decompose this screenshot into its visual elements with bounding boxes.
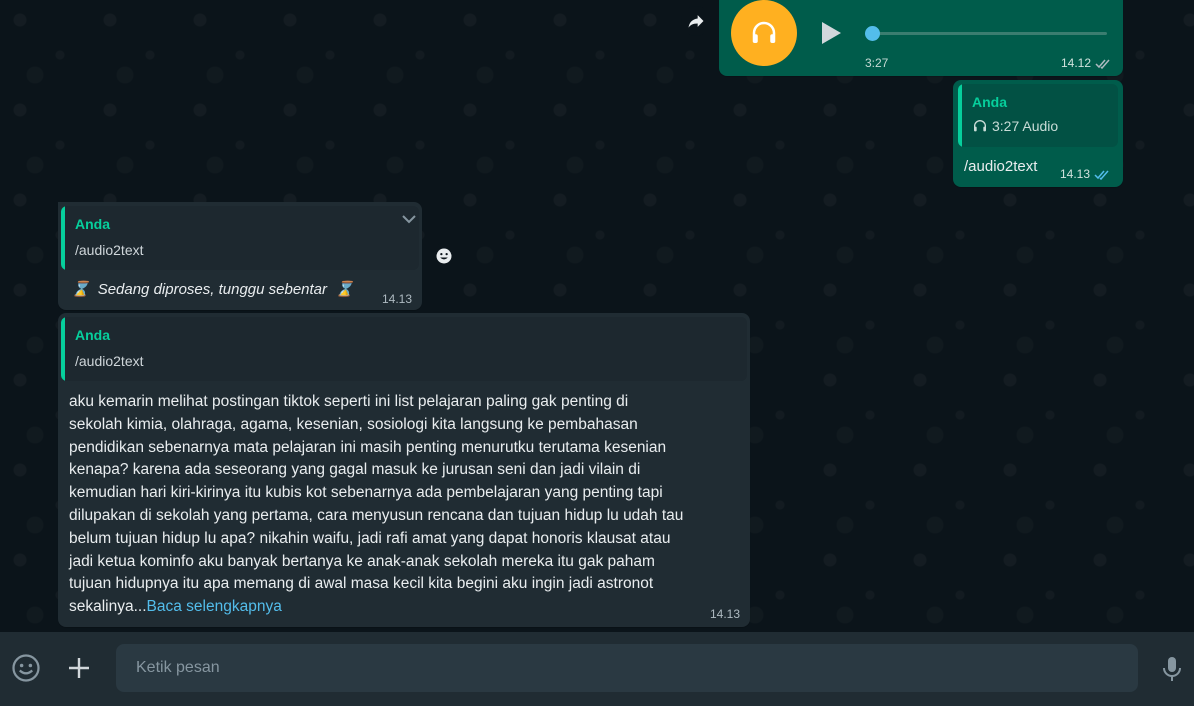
quote-bar [958, 84, 962, 147]
emoji-button[interactable] [10, 652, 42, 684]
composer-bar [0, 632, 1194, 706]
play-icon [822, 22, 841, 44]
message-input-box[interactable] [116, 644, 1138, 692]
message-time: 14.13 [1060, 167, 1091, 181]
hourglass-icon: ⌛ [71, 281, 90, 298]
double-check-icon [1095, 59, 1110, 69]
quote-text: 3:27 Audio [992, 118, 1059, 134]
audio-progress-thumb[interactable] [865, 26, 880, 41]
read-more-link[interactable]: Baca selengkapnya [147, 598, 282, 615]
transcript-message[interactable]: Anda /audio2text aku kemarin melihat pos… [58, 313, 750, 627]
message-time: 14.13 [382, 292, 413, 306]
quote-author: Anda [972, 94, 1007, 110]
double-check-icon [1094, 170, 1109, 180]
message-text: /audio2text [964, 158, 1038, 175]
attach-button[interactable] [64, 653, 94, 683]
microphone-icon [1163, 657, 1181, 681]
quote-text: /audio2text [75, 242, 144, 258]
audio-avatar [731, 0, 797, 66]
message-text-row: ⌛ Sedang diproses, tunggu sebentar ⌛ [71, 280, 354, 299]
quoted-message[interactable]: Anda /audio2text [61, 317, 747, 381]
quoted-message[interactable]: Anda /audio2text [61, 206, 419, 270]
play-button[interactable] [817, 18, 845, 48]
react-emoji-button[interactable] [431, 243, 457, 269]
smiley-icon [436, 248, 452, 264]
message-input[interactable] [116, 644, 1126, 692]
message-text: aku kemarin melihat postingan tiktok sep… [69, 393, 684, 616]
quote-text: /audio2text [75, 353, 144, 369]
audio-message[interactable]: 3:27 14.12 [719, 0, 1123, 76]
quote-text-row: 3:27 Audio [972, 118, 1058, 134]
quote-bar [61, 206, 65, 270]
message-meta: 14.12 [1061, 56, 1113, 70]
message-time: 14.12 [1061, 56, 1092, 70]
quote-author: Anda [75, 216, 110, 232]
chevron-down-icon[interactable] [402, 214, 416, 224]
forward-icon [688, 15, 704, 28]
processing-message[interactable]: Anda /audio2text ⌛ Sedang diproses, tung… [58, 202, 422, 310]
plus-icon [69, 658, 89, 678]
reply-message[interactable]: Anda 3:27 Audio /audio2text 14.13 [953, 80, 1123, 187]
quoted-message[interactable]: Anda 3:27 Audio [958, 84, 1118, 147]
headphones-icon [752, 21, 776, 43]
message-time: 14.13 [710, 607, 741, 621]
smiley-icon [12, 654, 40, 682]
voice-record-button[interactable] [1158, 654, 1186, 684]
audio-progress-track[interactable] [873, 32, 1107, 35]
quote-author: Anda [75, 327, 110, 343]
hourglass-icon: ⌛ [335, 281, 354, 298]
message-text-block: aku kemarin melihat postingan tiktok sep… [69, 391, 739, 619]
headphones-icon [974, 120, 986, 132]
forward-button[interactable] [681, 6, 711, 36]
message-meta: 14.13 [1060, 167, 1112, 181]
quote-bar [61, 317, 65, 381]
message-text: Sedang diproses, tunggu sebentar [97, 280, 328, 298]
audio-duration: 3:27 [865, 56, 889, 70]
